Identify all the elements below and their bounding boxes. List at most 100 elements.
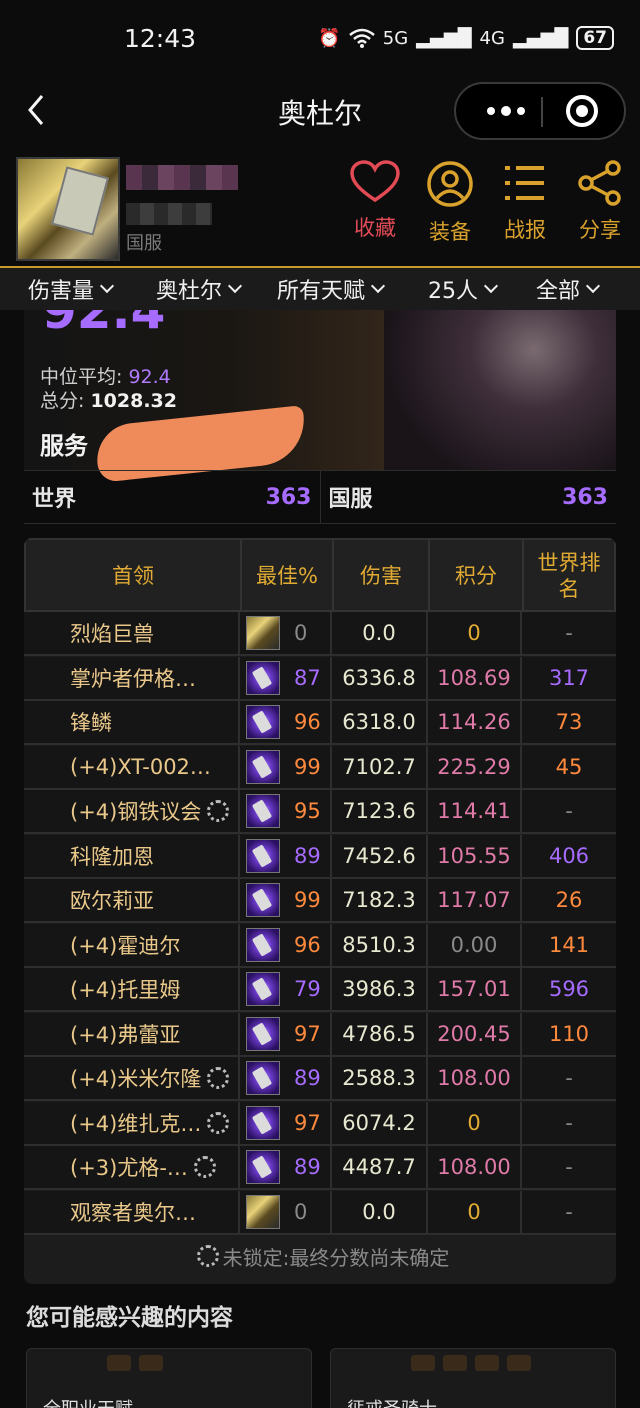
filter-size[interactable]: 25人 [428, 273, 499, 305]
boss-name-text: 欧尔莉亚 [70, 889, 154, 913]
best-percent-value: 89 [294, 1066, 321, 1090]
favorite-button[interactable]: 收藏 [340, 160, 410, 242]
more-options-icon[interactable] [476, 84, 536, 138]
table-row[interactable]: (+4)钢铁议会 95 7123.6 114.41 - [24, 790, 616, 834]
table-row[interactable]: 掌炉者伊格… 87 6336.8 108.69 317 [24, 656, 616, 701]
signal-4g: 4G [479, 27, 505, 49]
best-percent: 97 [240, 1012, 332, 1055]
status-bar: 12:43 ⏰ 5G ▂▄▆█ 4G ▂▄▆█ 67 [0, 0, 640, 80]
header-boss: 首领 [26, 540, 242, 612]
table-row[interactable]: (+4)弗蕾亚 97 4786.5 200.45 110 [24, 1012, 616, 1057]
status-icons: ⏰ 5G ▂▄▆█ 4G ▂▄▆█ 67 [318, 26, 614, 50]
world-rank-value: 141 [548, 932, 590, 957]
filter-zone-label: 奥杜尔 [156, 279, 223, 304]
boss-name: (+4)XT-002… [24, 745, 240, 788]
best-average-score: 92.4 [42, 310, 166, 340]
filter-partition-label: 全部 [536, 279, 581, 304]
table-row[interactable]: 科隆加恩 89 7452.6 105.55 406 [24, 834, 616, 879]
filter-zone[interactable]: 奥杜尔 [156, 273, 243, 305]
recommendation-card[interactable]: 惩戒圣骑士 [330, 1348, 616, 1408]
damage-value: 3986.3 [332, 968, 428, 1010]
share-icon [578, 160, 621, 206]
damage-value: 6074.2 [332, 1101, 428, 1144]
footnote-text: 未锁定:最终分数尚未确定 [222, 1245, 450, 1270]
table-row[interactable]: 烈焰巨兽 0 0.0 0- [24, 612, 616, 656]
table-row[interactable]: (+4)XT-002… 99 7102.7 225.29 45 [24, 745, 616, 790]
table-row[interactable]: (+4)霍迪尔 96 8510.3 0.00 141 [24, 923, 616, 968]
chevron-down-icon [585, 278, 601, 294]
wifi-icon [348, 28, 375, 48]
rank-summary: 世界 363 国服 363 [24, 470, 616, 524]
favorite-label: 收藏 [354, 216, 396, 240]
best-percent-value: 95 [294, 799, 321, 823]
best-percent-value: 87 [294, 665, 321, 690]
filter-partition[interactable]: 全部 [536, 273, 601, 305]
pending-spinner-icon [207, 1111, 230, 1134]
damage-value: 7452.6 [332, 834, 428, 877]
recommendation-card[interactable]: 全职业天赋 [26, 1348, 312, 1408]
avatar [16, 157, 120, 261]
best-percent: 96 [240, 701, 332, 743]
best-percent-value: 89 [294, 843, 321, 868]
world-rank-label: 世界 [32, 487, 77, 512]
filter-metric-label: 伤害量 [28, 279, 95, 304]
world-rank: 世界 363 [24, 471, 320, 523]
points-value: 0.00 [428, 923, 522, 966]
points-value: 0 [428, 1190, 522, 1233]
chevron-down-icon [99, 278, 115, 294]
world-rank-value: - [565, 1110, 573, 1135]
best-percent-value: 96 [294, 932, 321, 957]
gear-button[interactable]: 装备 [415, 160, 485, 246]
best-percent-value: 0 [294, 1199, 308, 1224]
damage-value: 0.0 [332, 612, 428, 654]
table-row[interactable]: (+4)维扎克… 97 6074.2 0 - [24, 1101, 616, 1146]
boss-name-text: (+4)XT-002… [70, 754, 211, 779]
best-percent: 87 [240, 656, 332, 699]
table-row[interactable]: 欧尔莉亚 99 7182.3 117.07 26 [24, 879, 616, 923]
best-percent: 99 [240, 879, 332, 921]
boss-name: (+4)托里姆 [24, 968, 240, 1010]
table-row[interactable]: 锋鳞 96 6318.0 114.26 73 [24, 701, 616, 745]
best-percent-value: 79 [294, 977, 321, 1001]
close-target-icon[interactable] [566, 95, 598, 127]
region-label: 国服 [126, 233, 162, 254]
chevron-down-icon [370, 278, 386, 294]
boss-name: (+4)弗蕾亚 [24, 1012, 240, 1055]
battery-indicator: 67 [576, 26, 614, 50]
server-rank-label: 服务 [40, 432, 88, 460]
table-row[interactable]: (+3)尤格-… 89 4487.7 108.00 - [24, 1146, 616, 1190]
user-circle-icon [427, 161, 473, 207]
signal-icon: ▂▄▆█ [512, 27, 569, 49]
weapon-icon [246, 616, 280, 650]
points-value: 117.07 [428, 879, 522, 921]
weapon-icon [246, 1105, 280, 1140]
nav-bar: 奥杜尔 [0, 80, 640, 142]
boss-name-text: (+4)钢铁议会 [70, 800, 202, 824]
best-percent-value: 99 [294, 754, 321, 779]
chevron-down-icon [483, 278, 499, 294]
points-value: 0 [428, 612, 522, 654]
card-thumbnails [107, 1355, 163, 1371]
table-row[interactable]: (+4)米米尔隆 89 2588.3 108.00 - [24, 1057, 616, 1101]
world-rank-value: 363 [265, 484, 312, 510]
boss-name-text: (+4)弗蕾亚 [70, 1022, 181, 1047]
boss-name: 掌炉者伊格… [24, 656, 240, 699]
best-percent: 0 [240, 612, 332, 654]
filter-spec[interactable]: 所有天赋 [277, 273, 386, 305]
world-rank-value: 596 [548, 977, 590, 1001]
filter-metric[interactable]: 伤害量 [28, 273, 115, 305]
status-time: 12:43 [124, 24, 197, 53]
points-value: 105.55 [428, 834, 522, 877]
total-label: 总分: [40, 390, 85, 412]
table-row[interactable]: (+4)托里姆 79 3986.3 157.01 596 [24, 968, 616, 1012]
reports-button[interactable]: 战报 [490, 160, 560, 244]
share-button[interactable]: 分享 [565, 160, 635, 244]
card-title: 全职业天赋 [43, 1395, 133, 1408]
world-rank-value: 73 [555, 710, 583, 734]
best-percent-value: 97 [294, 1110, 321, 1135]
boss-name: 观察者奥尔… [24, 1190, 240, 1233]
pending-spinner-icon [193, 1156, 216, 1178]
cn-rank-label: 国服 [328, 487, 373, 512]
total-value: 1028.32 [90, 390, 177, 412]
table-row[interactable]: 观察者奥尔… 0 0.0 0- [24, 1190, 616, 1235]
